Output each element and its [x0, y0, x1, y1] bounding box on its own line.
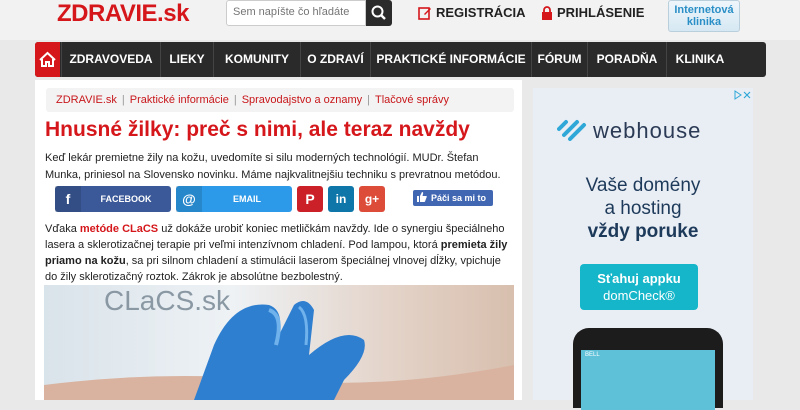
google-plus-icon: g+	[364, 192, 380, 206]
share-email-button[interactable]: @ EMAIL	[176, 186, 292, 212]
at-icon: @	[176, 186, 202, 212]
body-text-1: Vďaka	[45, 223, 80, 235]
search-box	[226, 0, 369, 26]
advertisement[interactable]: webhouse Vaše domény a hosting vždy poru…	[533, 88, 753, 410]
breadcrumb-separator: |	[367, 94, 370, 106]
nav-item-lieky[interactable]: LIEKY	[160, 42, 213, 77]
article-title: Hnusné žilky: preč s nimi, ale teraz nav…	[45, 118, 470, 141]
ad-button-line2: domCheck®	[603, 288, 675, 303]
breadcrumb-item[interactable]: ZDRAVIE.sk	[56, 94, 117, 106]
facebook-icon: f	[55, 186, 81, 212]
phone-screen: BELL	[581, 350, 715, 410]
linkedin-icon: in	[335, 192, 347, 206]
home-button[interactable]	[35, 42, 60, 77]
main-nav: ZDRAVOVEDA LIEKY KOMUNITY O ZDRAVÍ PRAKT…	[35, 42, 766, 77]
nav-item-klinika[interactable]: KLINIKA	[666, 42, 733, 77]
phone-status-bar: BELL	[585, 352, 600, 358]
facebook-like-button[interactable]: Páči sa mi to 1	[413, 190, 493, 219]
breadcrumb-item[interactable]: Tlačové správy	[375, 94, 449, 106]
share-facebook-button[interactable]: f FACEBOOK	[55, 186, 171, 212]
ad-headline: Vaše domény a hosting vždy poruke	[533, 174, 753, 243]
search-button[interactable]	[366, 0, 392, 26]
article-lead: Keď lekár premietne žily na kožu, uvedom…	[45, 152, 501, 181]
share-pinterest-button[interactable]: P	[297, 186, 323, 212]
share-facebook-label: FACEBOOK	[100, 194, 152, 204]
search-icon	[371, 5, 386, 20]
nav-item-forum[interactable]: FÓRUM	[531, 42, 587, 77]
login-link[interactable]: PRIHLÁSENIE	[541, 5, 644, 20]
webhouse-logo-icon	[557, 120, 586, 141]
klinika-line2: klinika	[686, 16, 722, 28]
breadcrumb-item[interactable]: Spravodajstvo a oznamy	[242, 94, 362, 106]
edit-icon	[418, 7, 431, 20]
ad-brand: webhouse	[593, 118, 702, 143]
nav-item-prakticke-informacie[interactable]: PRAKTICKÉ INFORMÁCIE	[370, 42, 531, 77]
search-input[interactable]	[227, 1, 369, 23]
internet-klinika-button[interactable]: Internetová klinika	[668, 0, 740, 32]
phone-image: BELL	[573, 328, 723, 410]
share-linkedin-button[interactable]: in	[328, 186, 354, 212]
thumbs-up-icon	[417, 192, 427, 202]
webhouse-logo: webhouse	[557, 118, 701, 144]
breadcrumb-separator: |	[121, 94, 125, 106]
ad-line3: vždy poruke	[587, 221, 699, 242]
adchoices-icon[interactable]	[734, 90, 752, 100]
nav-item-o-zdravi[interactable]: O ZDRAVÍ	[300, 42, 370, 77]
breadcrumb: ZDRAVIE.sk | Praktické informácie | Spravoda…	[46, 88, 514, 112]
nav-item-zdravoveda[interactable]: ZDRAVOVEDA	[61, 42, 160, 77]
ad-download-button[interactable]: Sťahuj appku domCheck®	[580, 264, 698, 310]
lock-icon	[542, 6, 552, 20]
share-email-label: EMAIL	[233, 194, 261, 204]
ad-button-line1: Sťahuj appku	[597, 271, 681, 286]
nav-item-poradna[interactable]: PORADŇA	[587, 42, 666, 77]
register-link[interactable]: REGISTRÁCIA	[418, 5, 526, 20]
login-label: PRIHLÁSENIE	[557, 5, 645, 20]
clacs-watermark: CLaCS.sk	[104, 285, 231, 316]
ad-line2: a hosting	[604, 198, 682, 219]
breadcrumb-item[interactable]: Praktické informácie	[130, 94, 229, 106]
pinterest-icon: P	[305, 191, 315, 207]
klinika-line1: Internetová	[674, 4, 734, 16]
home-icon	[39, 51, 56, 67]
clacs-link[interactable]: metóde CLaCS	[80, 223, 158, 235]
article-body: Vďaka metóde CLaCS už dokáže urobiť koni…	[45, 221, 515, 285]
register-label: REGISTRÁCIA	[436, 5, 526, 20]
article-photo: CLaCS.sk	[44, 285, 514, 400]
nav-item-komunity[interactable]: KOMUNITY	[213, 42, 300, 77]
site-logo[interactable]: ZDRAVIE.sk	[57, 1, 189, 27]
share-google-plus-button[interactable]: g+	[359, 186, 385, 212]
ad-line1: Vaše domény	[585, 175, 701, 196]
breadcrumb-separator: |	[233, 94, 237, 106]
